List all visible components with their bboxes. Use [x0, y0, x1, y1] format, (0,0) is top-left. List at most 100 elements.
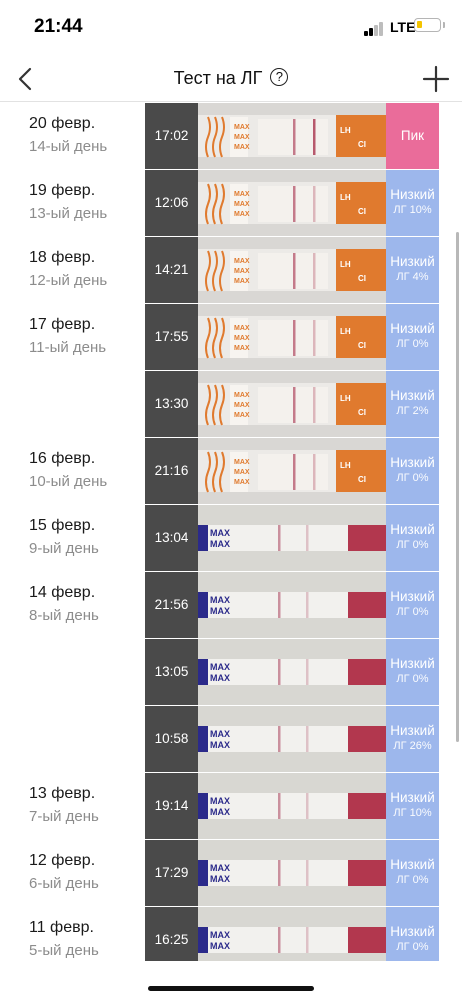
- test-date: 16 февр.: [29, 450, 96, 467]
- date-block: 19 февр. 13-ый день: [29, 180, 107, 226]
- test-time: 17:55: [145, 304, 198, 370]
- strip-image: MAX MAX MAX LH CI: [198, 371, 386, 437]
- svg-text:LH: LH: [340, 461, 351, 470]
- help-icon[interactable]: ?: [270, 68, 289, 86]
- test-row[interactable]: 13 февр. 7-ый день 19:14 MAX MAX Низкий ЛГ 10%: [0, 773, 462, 840]
- result-badge: Пик: [386, 103, 439, 169]
- test-strip-photo[interactable]: MAX MAX: [198, 706, 386, 772]
- test-row[interactable]: 13:05 MAX MAX Низкий ЛГ 0%: [0, 639, 462, 706]
- test-strip-photo[interactable]: MAX MAX MAX LH CI: [198, 304, 386, 370]
- result-label: Низкий: [390, 790, 435, 805]
- svg-text:MAX: MAX: [210, 941, 230, 951]
- cycle-day: 12-ый день: [29, 272, 108, 289]
- result-label: Низкий: [390, 589, 435, 604]
- test-row[interactable]: 14 февр. 8-ый день 21:56 MAX MAX Низкий ЛГ 0%: [0, 572, 462, 639]
- test-strip-photo[interactable]: MAX MAX MAX LH CI: [198, 371, 386, 437]
- test-date: 11 февр.: [29, 919, 94, 936]
- strip-image: MAXMAX: [198, 840, 386, 906]
- strip-image: MAXMAX: [198, 639, 386, 705]
- test-time: 16:25: [145, 907, 198, 961]
- cycle-day: 14-ый день: [29, 138, 108, 155]
- svg-text:MAX: MAX: [234, 345, 250, 352]
- result-badge: Низкий ЛГ 0%: [386, 304, 439, 370]
- date-block: 13 февр. 7-ый день: [29, 783, 99, 829]
- svg-text:MAX: MAX: [234, 469, 250, 476]
- svg-text:MAX: MAX: [210, 930, 230, 940]
- battery-nub: [443, 22, 445, 28]
- svg-text:MAX: MAX: [234, 402, 250, 409]
- battery-icon: [414, 18, 441, 32]
- svg-text:MAX: MAX: [210, 796, 230, 806]
- test-row[interactable]: 13:30 MAX MAX MAX LH CI Низкий ЛГ 2%: [0, 371, 462, 438]
- strip-image: MAXMAX: [198, 773, 386, 839]
- result-badge: Низкий ЛГ 0%: [386, 840, 439, 906]
- test-date: 17 февр.: [29, 316, 96, 333]
- home-indicator[interactable]: [148, 986, 314, 991]
- result-label: Низкий: [390, 455, 435, 470]
- test-strip-photo[interactable]: MAX MAX: [198, 572, 386, 638]
- test-date: 20 февр.: [29, 115, 96, 132]
- test-time: 17:02: [145, 103, 198, 169]
- test-strip-photo[interactable]: MAX MAX: [198, 907, 386, 961]
- lh-value: ЛГ 10%: [393, 204, 432, 216]
- cycle-day: 8-ый день: [29, 607, 99, 624]
- strip-image: MAXMAX: [198, 572, 386, 638]
- svg-text:MAX: MAX: [234, 268, 250, 275]
- result-badge: Низкий ЛГ 2%: [386, 371, 439, 437]
- test-row[interactable]: 15 февр. 9-ый день 13:04 MAX MAX Низкий ЛГ 0%: [0, 505, 462, 572]
- page-title-text: Тест на ЛГ: [173, 68, 263, 88]
- test-time: 13:30: [145, 371, 198, 437]
- svg-text:MAX: MAX: [210, 662, 230, 672]
- test-row[interactable]: 17 февр. 11-ый день 17:55 MAX MAX MAX LH CI Низк…: [0, 304, 462, 371]
- test-strip-photo[interactable]: MAX MAX MAX LH CI: [198, 438, 386, 504]
- scrollbar[interactable]: [456, 232, 459, 742]
- test-strip-photo[interactable]: MAX MAX: [198, 840, 386, 906]
- cycle-day: 13-ый день: [29, 205, 108, 222]
- test-row[interactable]: 11 февр. 5-ый день 16:25 MAX MAX Низкий ЛГ 0%: [0, 907, 462, 961]
- result-badge: Низкий ЛГ 0%: [386, 907, 439, 961]
- svg-text:MAX: MAX: [234, 412, 250, 419]
- test-row[interactable]: 16 февр. 10-ый день 21:16 MAX MAX MAX LH CI Низк…: [0, 438, 462, 505]
- test-row[interactable]: 12 февр. 6-ый день 17:29 MAX MAX Низкий ЛГ 0%: [0, 840, 462, 907]
- svg-text:CI: CI: [358, 140, 366, 149]
- test-list[interactable]: 20 февр. 14-ый день 17:02 MAX MAX MAX LH CI Пик 1…: [0, 103, 462, 961]
- test-row[interactable]: 19 февр. 13-ый день 12:06 MAX MAX MAX LH CI Низк…: [0, 170, 462, 237]
- lh-value: ЛГ 2%: [396, 405, 429, 417]
- svg-text:MAX: MAX: [234, 124, 250, 131]
- test-date: 14 февр.: [29, 584, 96, 601]
- svg-text:MAX: MAX: [210, 606, 230, 616]
- test-row[interactable]: 20 февр. 14-ый день 17:02 MAX MAX MAX LH CI Пик: [0, 103, 462, 170]
- result-label: Низкий: [390, 723, 435, 738]
- test-strip-photo[interactable]: MAX MAX MAX LH CI: [198, 103, 386, 169]
- test-strip-photo[interactable]: MAX MAX MAX LH CI: [198, 237, 386, 303]
- test-strip-photo[interactable]: MAX MAX MAX LH CI: [198, 170, 386, 236]
- add-button[interactable]: [421, 64, 451, 94]
- plus-icon: [422, 65, 450, 93]
- test-strip-photo[interactable]: MAX MAX: [198, 505, 386, 571]
- result-label: Низкий: [390, 656, 435, 671]
- svg-text:MAX: MAX: [210, 863, 230, 873]
- test-row[interactable]: 18 февр. 12-ый день 14:21 MAX MAX MAX LH CI Низк…: [0, 237, 462, 304]
- date-block: 12 февр. 6-ый день: [29, 850, 99, 896]
- svg-text:CI: CI: [358, 274, 366, 283]
- test-strip-photo[interactable]: MAX MAX: [198, 773, 386, 839]
- test-row[interactable]: 10:58 MAX MAX Низкий ЛГ 26%: [0, 706, 462, 773]
- svg-text:MAX: MAX: [234, 201, 250, 208]
- svg-text:MAX: MAX: [210, 539, 230, 549]
- svg-text:CI: CI: [358, 341, 366, 350]
- signal-icon: [364, 22, 386, 36]
- test-strip-photo[interactable]: MAX MAX: [198, 639, 386, 705]
- lh-value: ЛГ 0%: [396, 941, 429, 953]
- strip-image: MAXMAX: [198, 505, 386, 571]
- date-block: 17 февр. 11-ый день: [29, 314, 106, 360]
- cycle-day: 6-ый день: [29, 875, 99, 892]
- svg-text:MAX: MAX: [234, 134, 250, 141]
- lh-value: ЛГ 0%: [396, 539, 429, 551]
- cycle-day: 5-ый день: [29, 942, 99, 959]
- strip-image: MAX MAX MAX LH CI: [198, 304, 386, 370]
- svg-text:LH: LH: [340, 260, 351, 269]
- result-badge: Низкий ЛГ 4%: [386, 237, 439, 303]
- lh-value: ЛГ 4%: [396, 271, 429, 283]
- result-label: Низкий: [390, 254, 435, 269]
- test-date: 15 февр.: [29, 517, 96, 534]
